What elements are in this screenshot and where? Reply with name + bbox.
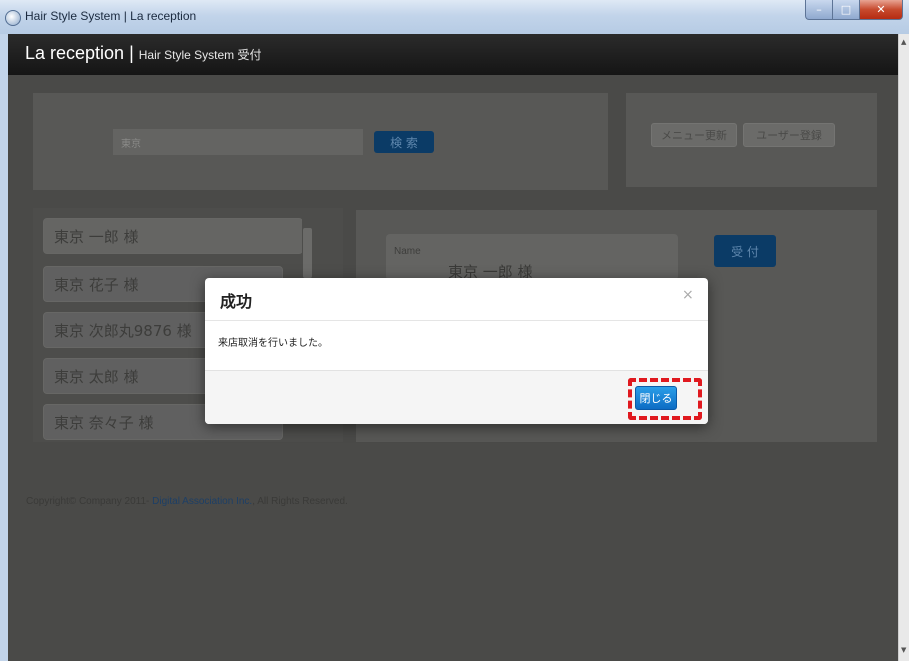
browser-icon xyxy=(5,10,21,26)
search-panel: 検 索 xyxy=(33,93,608,190)
scroll-thumb[interactable] xyxy=(303,228,312,278)
brand-separator: | xyxy=(129,43,134,63)
brand-name: La reception xyxy=(25,43,125,63)
name-field: Name 東京 一郎 様 xyxy=(386,234,678,281)
footer: Copyright© Company 2011- Digital Associa… xyxy=(26,496,348,507)
search-input[interactable] xyxy=(113,129,363,155)
navbar: La reception | Hair Style System 受付 xyxy=(8,34,898,75)
user-register-button[interactable]: ユーザー登録 xyxy=(743,123,835,147)
scroll-down-icon[interactable]: ▼ xyxy=(901,646,906,654)
window-frame-left xyxy=(0,34,8,661)
maximize-button[interactable]: □ xyxy=(833,0,859,20)
window-title: Hair Style System | La reception xyxy=(25,9,197,23)
brand[interactable]: La reception | Hair Style System 受付 xyxy=(25,43,261,64)
name-label: Name xyxy=(394,246,421,257)
footer-prefix: Copyright© Company 2011- xyxy=(26,496,153,507)
modal-header: 成功 × xyxy=(205,278,708,321)
window-controls: – □ ✕ xyxy=(805,0,903,20)
modal-title: 成功 xyxy=(220,292,253,311)
scroll-up-icon[interactable]: ▲ xyxy=(901,38,906,46)
close-icon[interactable]: × xyxy=(682,287,694,303)
close-window-button[interactable]: ✕ xyxy=(859,0,903,20)
window-titlebar: Hair Style System | La reception – □ ✕ xyxy=(0,0,909,35)
menu-panel: メニュー更新 ユーザー登録 xyxy=(626,93,877,187)
footer-suffix: , All Rights Reserved. xyxy=(252,496,348,507)
brand-subtitle: Hair Style System 受付 xyxy=(138,48,262,62)
modal-message: 来店取消を行いました。 xyxy=(218,338,328,349)
search-button[interactable]: 検 索 xyxy=(374,131,434,153)
customer-item[interactable]: 東京 一郎 様 xyxy=(43,218,303,254)
minimize-button[interactable]: – xyxy=(805,0,833,20)
page-scrollbar[interactable]: ▲ ▼ xyxy=(898,34,909,661)
highlight-box xyxy=(628,378,702,420)
reception-button[interactable]: 受 付 xyxy=(714,235,776,267)
menu-refresh-button[interactable]: メニュー更新 xyxy=(651,123,737,147)
footer-link[interactable]: Digital Association Inc. xyxy=(152,496,252,507)
